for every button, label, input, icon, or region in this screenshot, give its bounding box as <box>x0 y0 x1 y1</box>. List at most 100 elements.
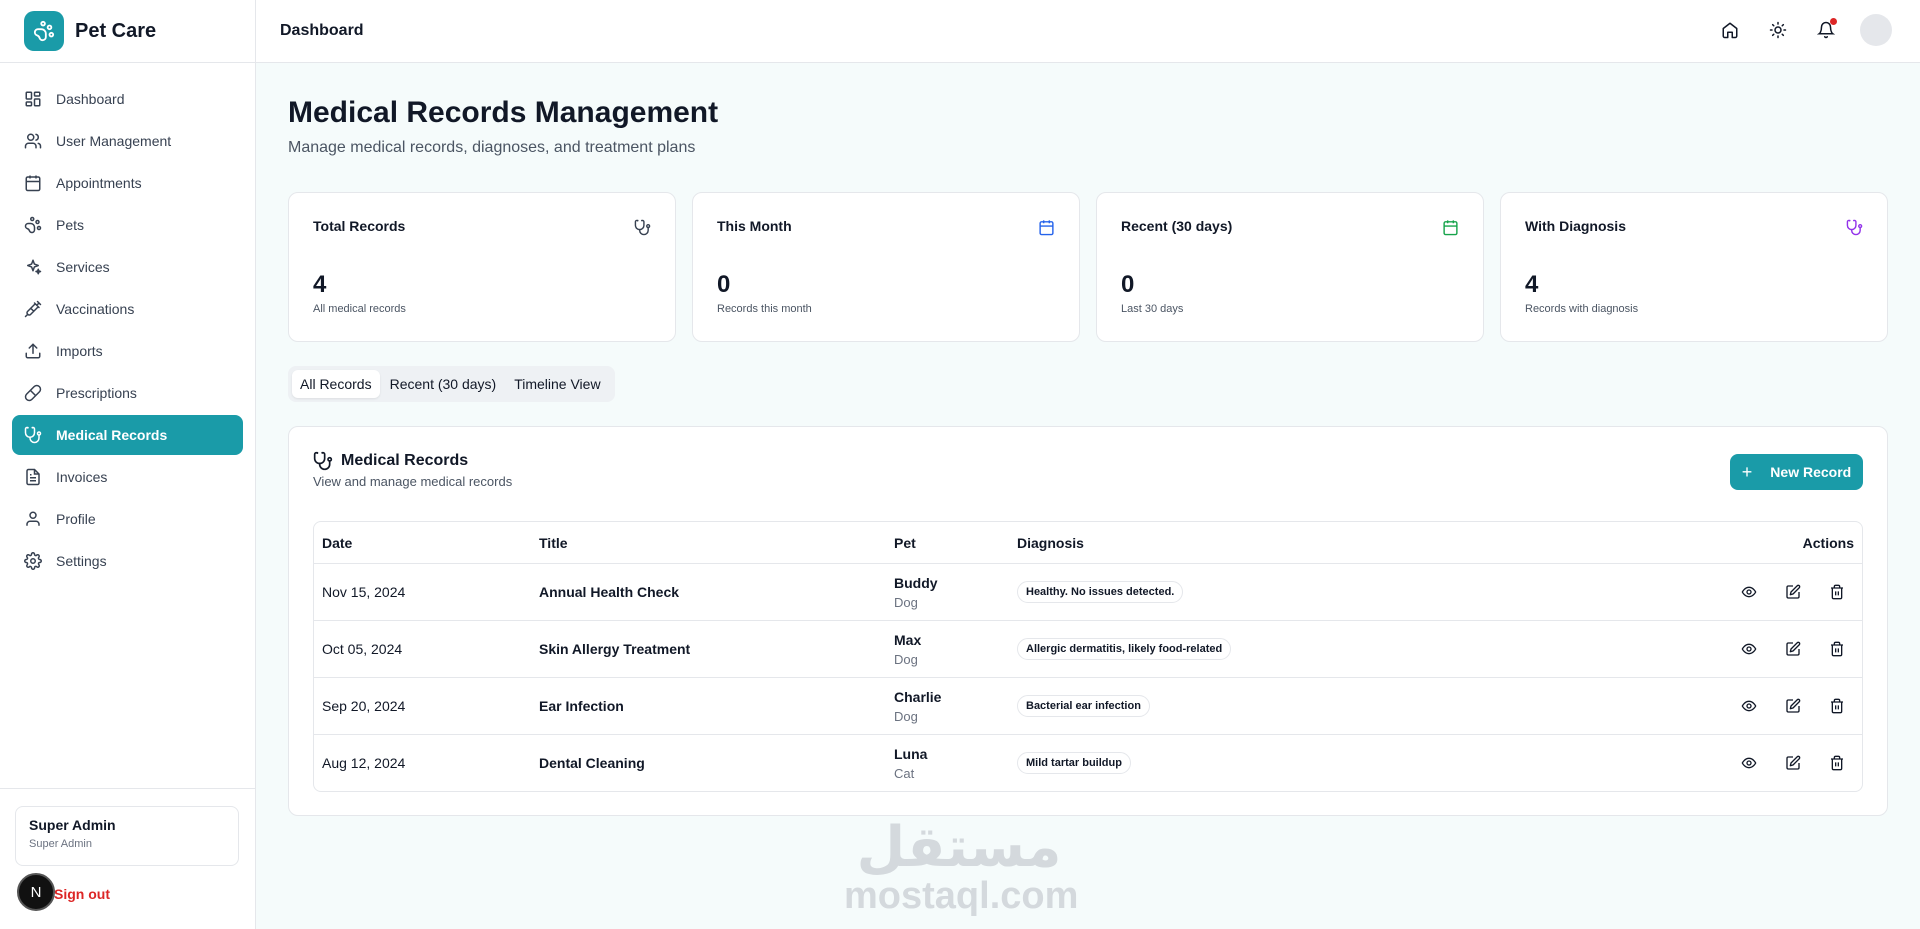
watermark-arabic: مستقل <box>856 815 1062 880</box>
stethoscope-icon <box>634 219 651 236</box>
pet-species: Dog <box>894 708 918 724</box>
record-diagnosis: Allergic dermatitis, likely food-related <box>1017 638 1232 660</box>
trash-icon <box>1831 755 1843 771</box>
sidebar-item-dashboard[interactable]: Dashboard <box>12 79 243 119</box>
edit-icon <box>1786 698 1801 713</box>
table-row[interactable]: Sep 20, 2024 Ear Infection Charlie Dog B… <box>314 677 1862 734</box>
stat-description: Records this month <box>717 303 812 315</box>
users-icon <box>24 133 42 149</box>
sidebar-item-services[interactable]: Services <box>12 247 243 287</box>
pet-name: Max <box>894 631 922 648</box>
tab-timeline-view[interactable]: Timeline View <box>506 370 608 398</box>
diagnosis-badge: Bacterial ear infection <box>1017 695 1150 717</box>
column-header-title[interactable]: Title <box>539 535 568 551</box>
tab-all-records[interactable]: All Records <box>292 370 380 398</box>
stat-value: 4 <box>313 271 327 298</box>
records-table: Date Title Pet Diagnosis Actions Nov 15,… <box>313 521 1863 792</box>
table-row[interactable]: Aug 12, 2024 Dental Cleaning Luna Cat Mi… <box>314 734 1862 791</box>
edit-button[interactable] <box>1784 697 1802 715</box>
delete-button[interactable] <box>1828 583 1846 601</box>
table-row[interactable]: Nov 15, 2024 Annual Health Check Buddy D… <box>314 563 1862 620</box>
brand[interactable]: Pet Care <box>0 0 255 63</box>
stat-label: Recent (30 days) <box>1121 218 1233 234</box>
user-card[interactable]: Super Admin Super Admin <box>15 806 239 866</box>
delete-button[interactable] <box>1828 640 1846 658</box>
grid-icon <box>25 91 41 107</box>
pet-name: Luna <box>894 745 928 762</box>
new-record-label: New Record <box>1770 464 1852 480</box>
eye-icon <box>1741 643 1757 655</box>
sidebar-item-imports[interactable]: Imports <box>12 331 243 371</box>
stat-value: 4 <box>1525 271 1539 298</box>
edit-button[interactable] <box>1784 640 1802 658</box>
column-header-diagnosis[interactable]: Diagnosis <box>1017 535 1084 551</box>
paw-logo-icon <box>24 11 64 51</box>
column-header-date[interactable]: Date <box>322 535 352 551</box>
calendar-icon <box>1039 220 1054 236</box>
diagnosis-badge: Healthy. No issues detected. <box>1017 581 1184 603</box>
record-pet: Charlie Dog <box>894 689 941 724</box>
notifications-button[interactable] <box>1812 14 1840 46</box>
column-header-pet[interactable]: Pet <box>894 535 916 551</box>
edit-button[interactable] <box>1784 583 1802 601</box>
avatar[interactable] <box>1860 14 1892 46</box>
theme-toggle-button[interactable] <box>1764 14 1792 46</box>
sign-out-button[interactable]: Sign out <box>54 886 110 902</box>
sidebar-item-medical-records[interactable]: Medical Records <box>12 415 243 455</box>
sidebar-item-vaccinations[interactable]: Vaccinations <box>12 289 243 329</box>
stethoscope-icon <box>313 451 333 471</box>
plus-icon: + <box>1741 461 1753 482</box>
sidebar-item-label: Appointments <box>56 175 142 191</box>
trash-icon <box>1831 698 1843 714</box>
stat-label: This Month <box>717 218 792 234</box>
records-title: Medical Records <box>341 452 469 469</box>
view-button[interactable] <box>1740 754 1758 772</box>
sidebar-item-label: Vaccinations <box>56 301 135 317</box>
record-pet: Luna Cat <box>894 746 927 781</box>
view-button[interactable] <box>1740 640 1758 658</box>
user-role: Super Admin <box>29 838 92 850</box>
pet-name: Charlie <box>894 688 942 705</box>
home-button[interactable] <box>1716 14 1744 46</box>
records-tabs: All Records Recent (30 days) Timeline Vi… <box>288 366 615 402</box>
topbar-actions <box>1716 14 1892 46</box>
calendar-icon <box>25 175 41 192</box>
sidebar-item-settings[interactable]: Settings <box>12 541 243 581</box>
delete-button[interactable] <box>1828 697 1846 715</box>
new-record-button[interactable]: + New Record <box>1730 454 1863 490</box>
stat-label: With Diagnosis <box>1525 218 1626 234</box>
record-pet: Max Dog <box>894 632 921 667</box>
stethoscope-icon <box>24 426 42 444</box>
row-actions <box>1740 583 1846 601</box>
sun-icon <box>1769 21 1787 39</box>
eye-icon <box>1741 586 1757 598</box>
record-date: Oct 05, 2024 <box>322 641 403 657</box>
topbar-title: Dashboard <box>280 22 364 39</box>
sidebar-item-prescriptions[interactable]: Prescriptions <box>12 373 243 413</box>
paw-icon <box>24 216 42 234</box>
app-name: Pet Care <box>75 19 157 42</box>
sidebar-item-profile[interactable]: Profile <box>12 499 243 539</box>
record-diagnosis: Healthy. No issues detected. <box>1017 581 1184 603</box>
eye-icon <box>1741 757 1757 769</box>
sidebar-item-user-management[interactable]: User Management <box>12 121 243 161</box>
syringe-icon <box>24 300 42 318</box>
sidebar-item-appointments[interactable]: Appointments <box>12 163 243 203</box>
view-button[interactable] <box>1740 583 1758 601</box>
table-header-row: Date Title Pet Diagnosis Actions <box>314 522 1862 563</box>
dev-badge-icon[interactable]: N <box>17 873 55 911</box>
page-title: Medical Records Management <box>288 96 719 129</box>
edit-button[interactable] <box>1784 754 1802 772</box>
records-header: Medical Records <box>313 451 468 471</box>
delete-button[interactable] <box>1828 754 1846 772</box>
view-button[interactable] <box>1740 697 1758 715</box>
sidebar-item-label: Services <box>56 259 110 275</box>
tab-recent[interactable]: Recent (30 days) <box>382 370 505 398</box>
table-row[interactable]: Oct 05, 2024 Skin Allergy Treatment Max … <box>314 620 1862 677</box>
user-name: Super Admin <box>29 817 116 833</box>
sidebar-item-pets[interactable]: Pets <box>12 205 243 245</box>
column-header-actions: Actions <box>1802 534 1854 551</box>
record-title: Dental Cleaning <box>539 755 645 771</box>
sidebar-item-invoices[interactable]: Invoices <box>12 457 243 497</box>
sidebar-item-label: Dashboard <box>56 91 125 107</box>
